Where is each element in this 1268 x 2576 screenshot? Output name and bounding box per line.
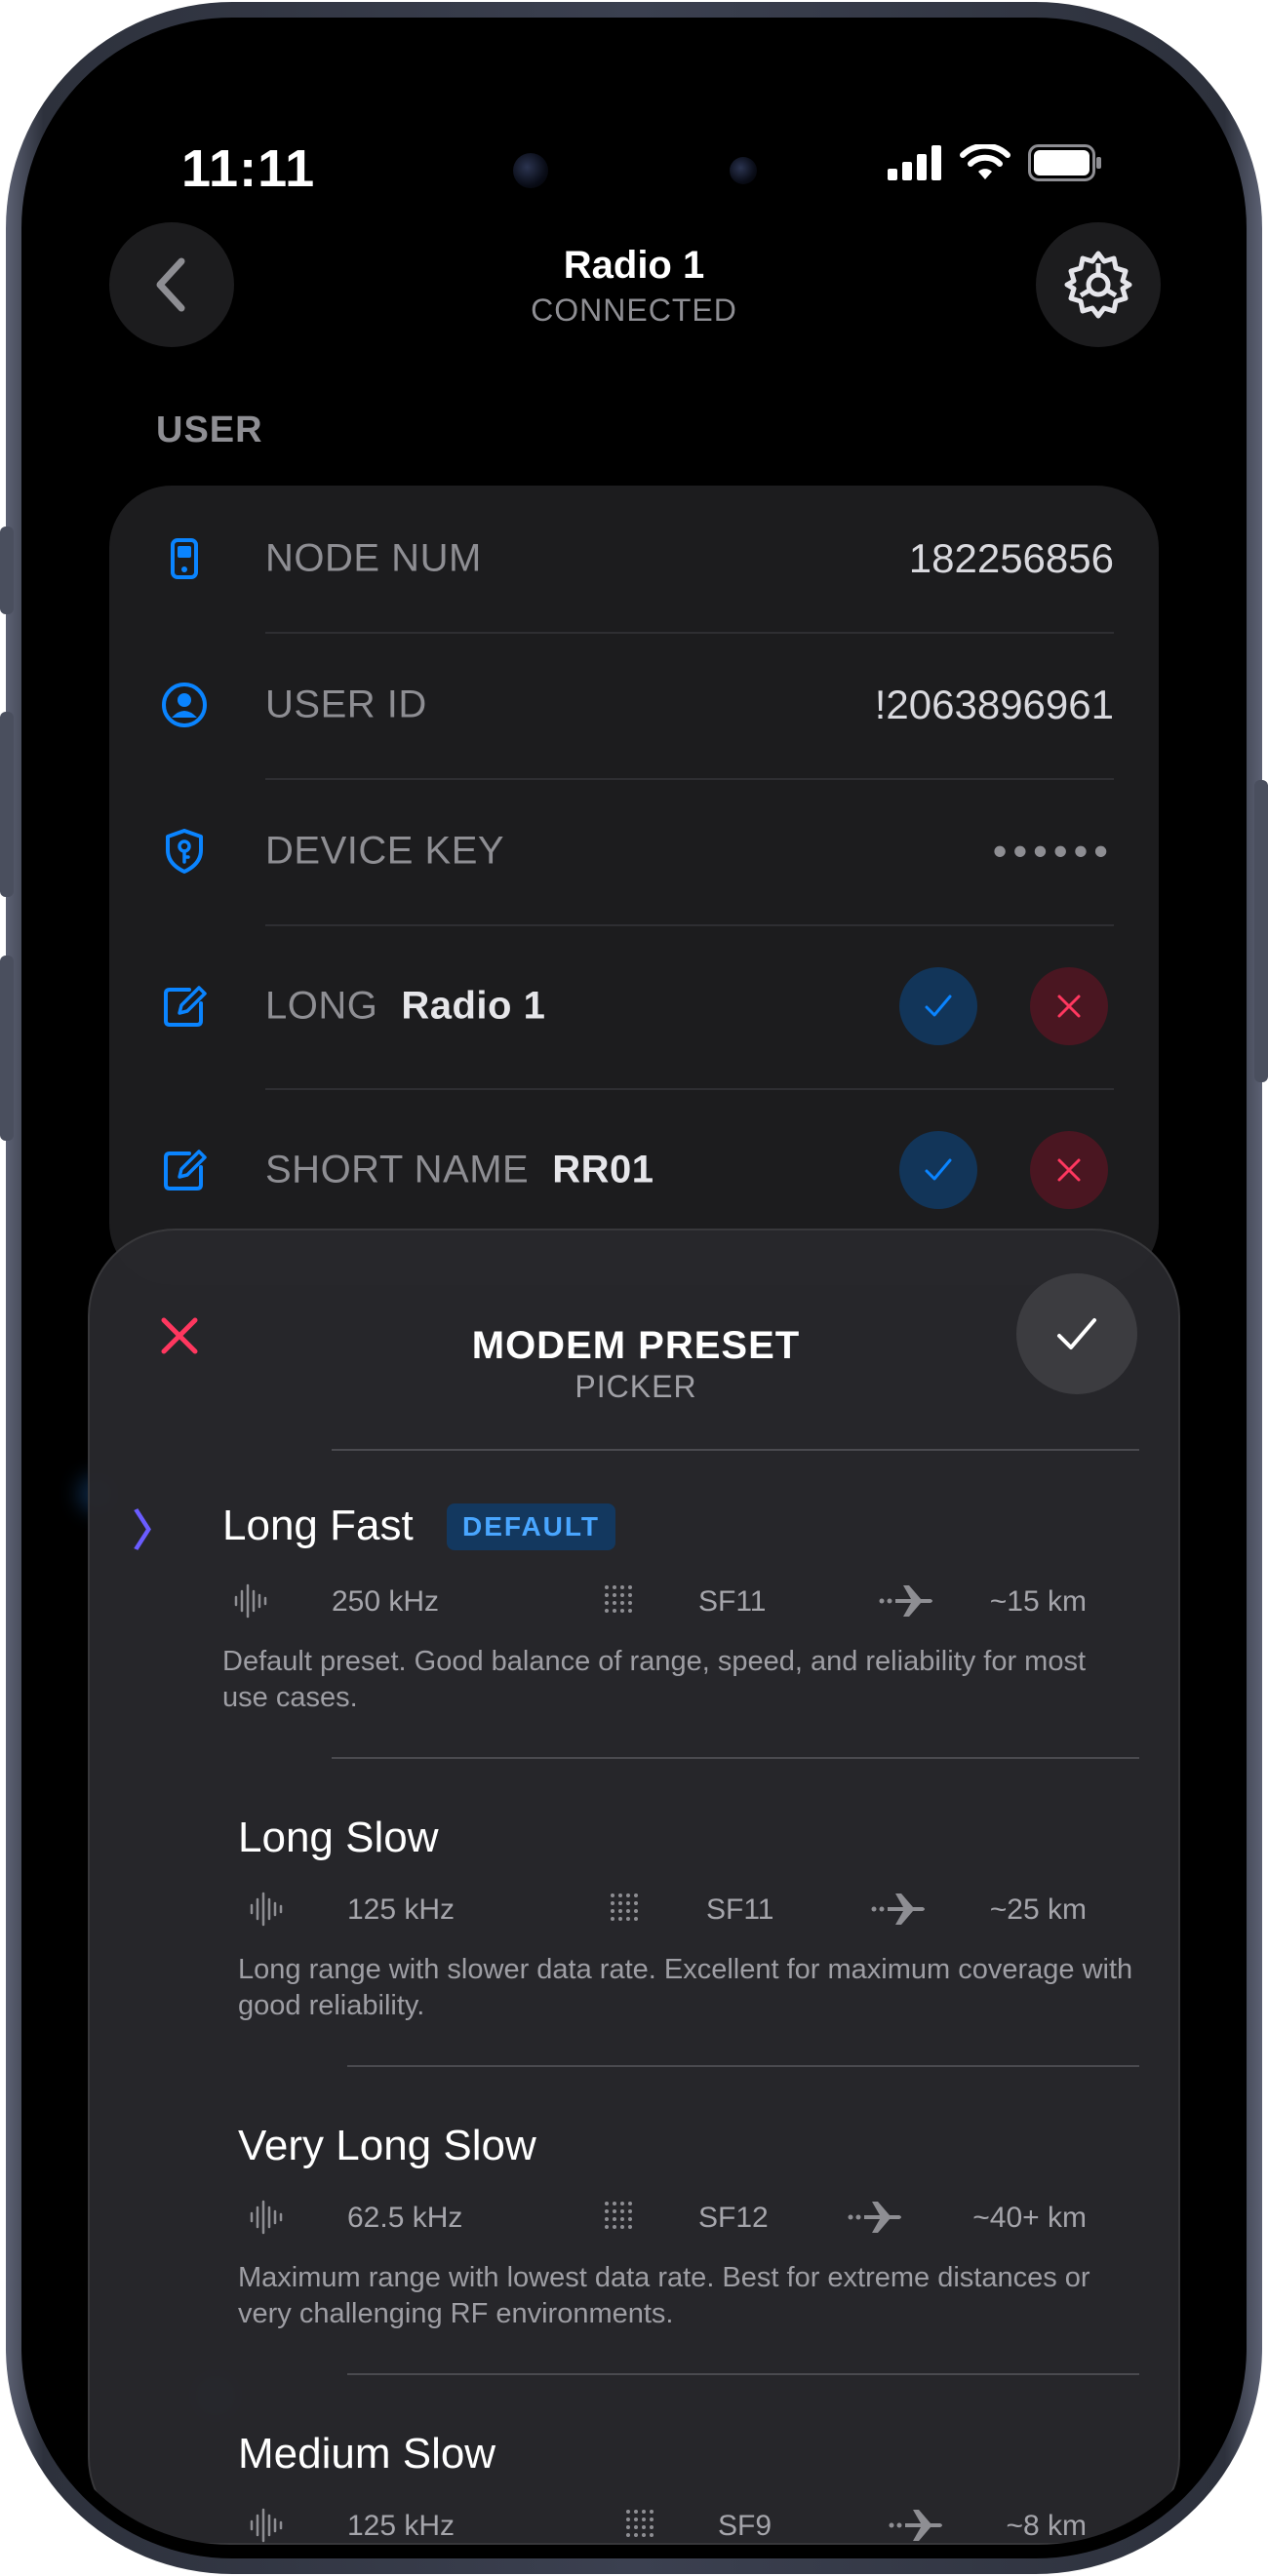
modem-preset-sheet: MODEM PRESET PICKER 〉 Long Fast DEFAULT …	[88, 1229, 1180, 2545]
long-name-cancel-button[interactable]	[1030, 967, 1108, 1045]
preset-description: Maximum range with lowest data rate. Bes…	[238, 2262, 1090, 2329]
airplane-icon	[871, 1893, 925, 1925]
user-circle-icon	[162, 683, 207, 727]
volume-up-button	[0, 712, 14, 897]
camera-lens-icon	[513, 153, 548, 188]
checkmark-icon	[1057, 1318, 1096, 1349]
preset-name: Very Long Slow	[238, 2122, 536, 2169]
checkmark-icon	[925, 1158, 952, 1181]
user-id-value: !2063896961	[874, 682, 1114, 727]
row-device-key: DEVICE KEY ••••••	[109, 778, 1159, 924]
preset-long-slow[interactable]: Long Slow 125 kHz SF11 ~25 km Long range…	[90, 1757, 1178, 2065]
short-name-save-button[interactable]	[899, 1131, 977, 1209]
preset-range: ~40+ km	[972, 2202, 1087, 2234]
user-card: NODE NUM 182256856 USER ID !2063896961 D…	[109, 486, 1159, 1285]
preset-name: Long Fast	[222, 1502, 414, 1549]
status-time: 11:11	[181, 139, 316, 198]
waveform-icon	[250, 1892, 283, 1927]
preset-bandwidth: 62.5 kHz	[347, 2202, 463, 2234]
preset-bandwidth: 125 kHz	[347, 2510, 456, 2542]
preset-name: Long Slow	[238, 1814, 439, 1861]
preset-medium-slow[interactable]: Medium Slow 125 kHz SF9 ~8 km	[90, 2373, 1178, 2543]
key-shield-icon	[166, 829, 203, 874]
preset-description: Default preset. Good balance of range, s…	[222, 1646, 1087, 1713]
short-name-value[interactable]: RR01	[552, 1149, 654, 1191]
preset-name: Medium Slow	[238, 2430, 496, 2478]
close-icon	[1057, 1158, 1081, 1182]
edit-icon	[164, 1150, 207, 1190]
wifi-icon	[960, 144, 1010, 179]
sheet-confirm-button[interactable]	[1016, 1273, 1137, 1394]
selected-chevron-icon: 〉	[133, 1507, 176, 1555]
device-key-value: ••••••	[992, 828, 1114, 874]
short-name-label: SHORT NAME RR01	[265, 1148, 654, 1191]
battery-icon	[1028, 144, 1101, 181]
screen: 11:11 Radio 1 CONNECTED USER NODE NUM 18…	[35, 31, 1233, 2545]
preset-range: ~8 km	[1006, 2510, 1087, 2542]
user-id-label: USER ID	[265, 683, 427, 726]
waveform-icon	[234, 1583, 267, 1619]
status-icons	[888, 144, 1102, 181]
phone-device-icon	[171, 538, 198, 579]
preset-description: Long range with slower data rate. Excell…	[238, 1954, 1133, 2021]
gear-icon	[1064, 251, 1132, 319]
dot-grid-icon	[605, 1585, 632, 1613]
dot-grid-icon	[626, 2510, 654, 2537]
long-name-save-button[interactable]	[899, 967, 977, 1045]
node-num-label: NODE NUM	[265, 536, 482, 580]
preset-bandwidth: 250 kHz	[332, 1585, 440, 1618]
preset-very-long-slow[interactable]: Very Long Slow 62.5 kHz SF12 ~40+ km Max…	[90, 2065, 1178, 2373]
dot-grid-icon	[605, 2202, 632, 2229]
action-button	[0, 527, 14, 614]
preset-range: ~15 km	[989, 1585, 1087, 1618]
volume-down-button	[0, 956, 14, 1141]
row-node-num: NODE NUM 182256856	[109, 486, 1159, 632]
airplane-icon	[879, 1585, 932, 1617]
sheet-subtitle: PICKER	[575, 1369, 697, 1404]
settings-button[interactable]	[1036, 222, 1161, 347]
node-num-value: 182256856	[908, 535, 1114, 581]
row-long-name: LONG Radio 1	[109, 924, 1159, 1088]
preset-long-fast[interactable]: 〉 Long Fast DEFAULT 250 kHz SF11 ~15 km …	[90, 1449, 1178, 1757]
preset-sf: SF11	[698, 1585, 767, 1618]
cellular-signal-icon	[888, 145, 941, 180]
default-badge: DEFAULT	[447, 1503, 616, 1550]
row-short-name: SHORT NAME RR01	[109, 1088, 1159, 1252]
checkmark-icon	[925, 995, 952, 1017]
edit-icon	[164, 986, 207, 1027]
preset-range: ~25 km	[989, 1893, 1087, 1926]
device-key-label: DEVICE KEY	[265, 829, 505, 873]
short-name-cancel-button[interactable]	[1030, 1131, 1108, 1209]
dynamic-island	[464, 119, 810, 222]
power-button	[1254, 780, 1268, 1082]
airplane-icon	[889, 2510, 942, 2541]
section-label-user: USER	[156, 410, 263, 450]
close-icon	[1057, 995, 1081, 1018]
row-user-id: USER ID !2063896961	[109, 632, 1159, 778]
preset-sf: SF9	[718, 2510, 773, 2542]
waveform-icon	[250, 2508, 283, 2543]
preset-sf: SF12	[698, 2202, 769, 2234]
long-name-value[interactable]: Radio 1	[401, 985, 545, 1028]
long-name-label: LONG Radio 1	[265, 984, 546, 1028]
preset-bandwidth: 125 kHz	[347, 1893, 456, 1926]
airplane-icon	[848, 2202, 901, 2233]
dot-grid-icon	[611, 1893, 638, 1921]
waveform-icon	[250, 2200, 283, 2235]
sensor-lens-icon	[730, 157, 757, 184]
preset-sf: SF11	[706, 1893, 774, 1926]
